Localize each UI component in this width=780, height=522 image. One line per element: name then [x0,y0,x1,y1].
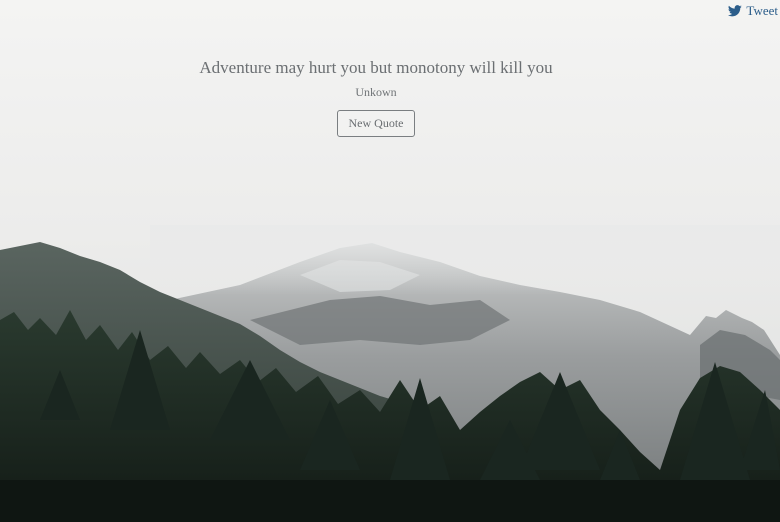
new-quote-button[interactable]: New Quote [337,110,415,137]
quote-author: Unkown [355,85,397,99]
quote-box: Adventure may hurt you but monotony will… [0,57,752,137]
twitter-bird-icon [728,5,743,17]
tweet-link[interactable]: Tweet [728,3,778,19]
quote-text: Adventure may hurt you but monotony will… [199,58,553,77]
tweet-label: Tweet [746,3,778,18]
